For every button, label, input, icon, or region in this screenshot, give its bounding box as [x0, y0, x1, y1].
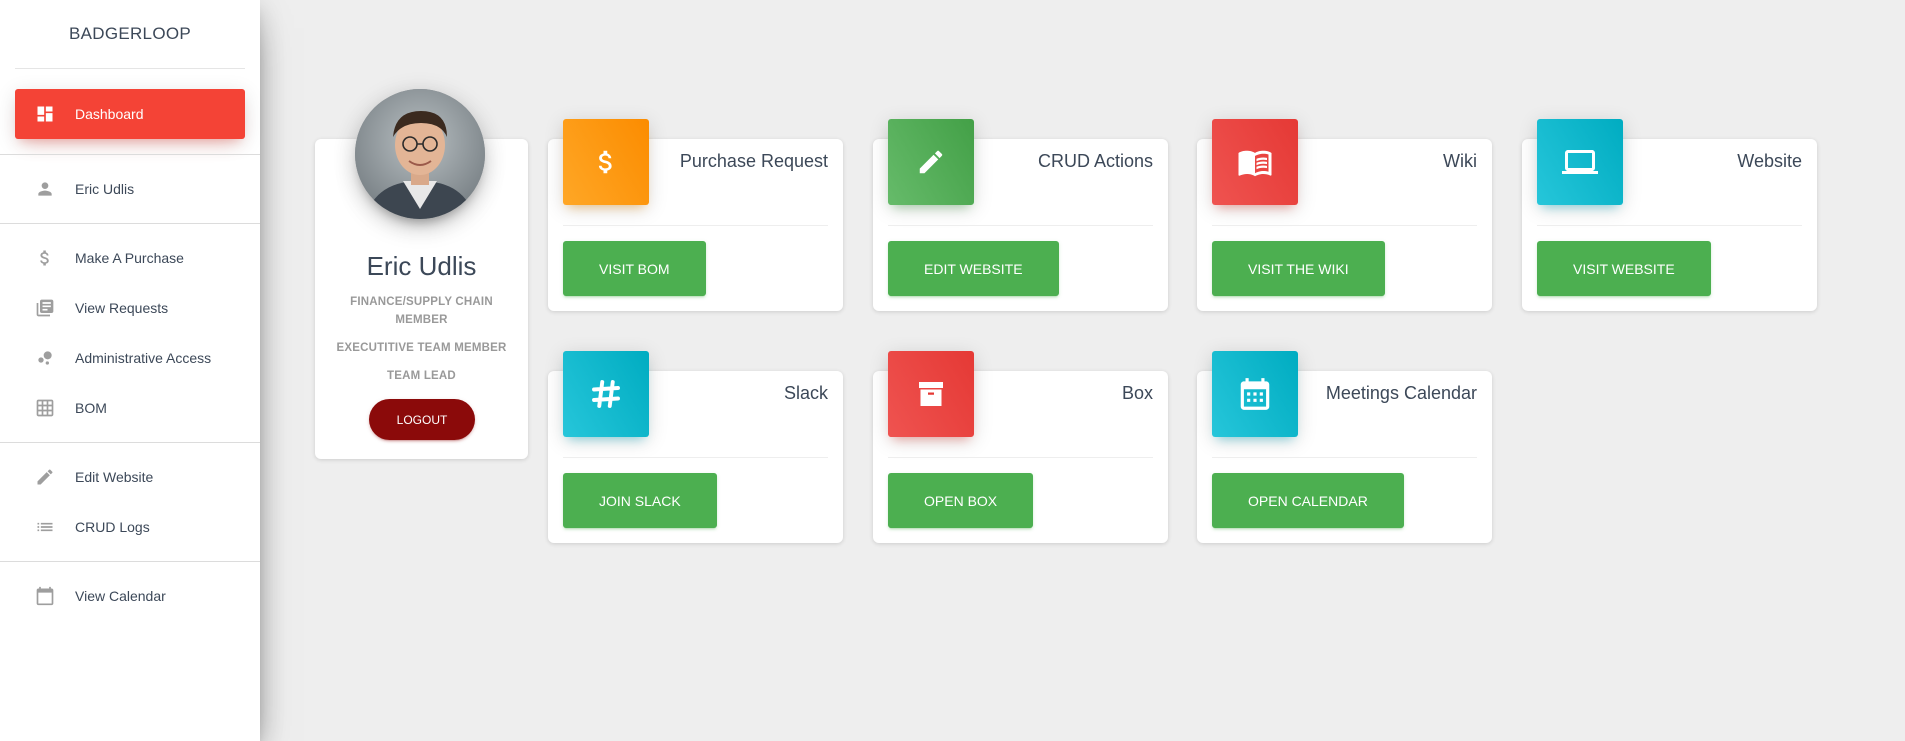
sidebar-item-admin-access[interactable]: Administrative Access [15, 333, 245, 383]
archive-box-icon [888, 351, 974, 437]
open-calendar-button[interactable]: OPEN CALENDAR [1212, 473, 1404, 528]
sidebar-item-label: BOM [75, 400, 107, 416]
grid-icon [34, 397, 56, 419]
sidebar-item-bom[interactable]: BOM [15, 383, 245, 433]
card-wiki: Wiki VISIT THE WIKI [1197, 119, 1492, 311]
profile-role: EXECUTITIVE TEAM MEMBER [336, 342, 507, 354]
laptop-icon [1537, 119, 1623, 205]
profile-role: FINANCE/SUPPLY CHAIN MEMBER [350, 296, 493, 326]
card-purchase-request: Purchase Request VISIT BOM [548, 119, 843, 311]
sidebar-item-view-requests[interactable]: View Requests [15, 283, 245, 333]
edit-website-button[interactable]: EDIT WEBSITE [888, 241, 1059, 296]
logout-button[interactable]: LOGOUT [369, 399, 475, 440]
pencil-icon [34, 466, 56, 488]
person-icon [34, 178, 56, 200]
sidebar-item-label: CRUD Logs [75, 519, 150, 535]
slack-icon [563, 351, 649, 437]
card-divider [888, 225, 1153, 226]
card-website: Website VISIT WEBSITE [1522, 119, 1817, 311]
calendar-icon [1212, 351, 1298, 437]
sidebar-item-view-calendar[interactable]: View Calendar [15, 571, 245, 621]
card-title: Purchase Request [679, 151, 828, 171]
sidebar-item-label: Make A Purchase [75, 250, 184, 266]
sidebar-item-make-purchase[interactable]: Make A Purchase [15, 233, 245, 283]
book-icon [1212, 119, 1298, 205]
sidebar-item-profile[interactable]: Eric Udlis [15, 164, 245, 214]
dollar-icon [34, 247, 56, 269]
sidebar-item-label: Dashboard [75, 106, 144, 122]
profile-card: Eric Udlis FINANCE/SUPPLY CHAIN MEMBER E… [315, 89, 528, 459]
card-title: Website [1737, 151, 1802, 171]
list-icon [34, 516, 56, 538]
profile-role: TEAM LEAD [387, 370, 456, 382]
sidebar-item-label: View Requests [75, 300, 169, 316]
card-title: Slack [783, 383, 828, 403]
open-box-button[interactable]: OPEN BOX [888, 473, 1034, 528]
sidebar-item-label: Administrative Access [75, 350, 212, 366]
visit-website-button[interactable]: VISIT WEBSITE [1537, 241, 1711, 296]
visit-wiki-button[interactable]: VISIT THE WIKI [1212, 241, 1385, 296]
bubble-chart-icon [34, 347, 56, 369]
sidebar-item-edit-website[interactable]: Edit Website [15, 452, 245, 502]
join-slack-button[interactable]: JOIN SLACK [563, 473, 717, 528]
sidebar-item-label: View Calendar [75, 588, 166, 604]
card-divider [563, 225, 828, 226]
card-box: Box OPEN BOX [873, 351, 1168, 543]
card-meetings-calendar: Meetings Calendar OPEN CALENDAR [1197, 351, 1492, 543]
card-divider [1212, 225, 1477, 226]
dollar-icon [563, 119, 649, 205]
avatar [355, 89, 485, 219]
pencil-icon [888, 119, 974, 205]
card-divider [563, 457, 828, 458]
card-slack: Slack JOIN SLACK [548, 351, 843, 543]
visit-bom-button[interactable]: VISIT BOM [563, 241, 706, 296]
card-title: Wiki [1443, 151, 1477, 171]
calendar-icon [34, 585, 56, 607]
profile-name: Eric Udlis [366, 251, 477, 281]
card-title: Meetings Calendar [1325, 383, 1477, 403]
card-title: CRUD Actions [1037, 151, 1153, 171]
card-divider [1537, 225, 1802, 226]
dashboard-icon [34, 103, 56, 125]
sidebar-item-label: Eric Udlis [75, 181, 135, 197]
brand-title[interactable]: BADGERLOOP [15, 0, 245, 69]
card-title: Box [1121, 383, 1153, 403]
sidebar-item-dashboard[interactable]: Dashboard [15, 89, 245, 139]
sidebar: BADGERLOOP Dashboard Eric Udlis Make A P… [0, 0, 260, 741]
card-divider [1212, 457, 1477, 458]
sidebar-item-label: Edit Website [75, 469, 154, 485]
card-divider [888, 457, 1153, 458]
card-crud-actions: CRUD Actions EDIT WEBSITE [873, 119, 1168, 311]
library-books-icon [34, 297, 56, 319]
sidebar-item-crud-logs[interactable]: CRUD Logs [15, 502, 245, 552]
